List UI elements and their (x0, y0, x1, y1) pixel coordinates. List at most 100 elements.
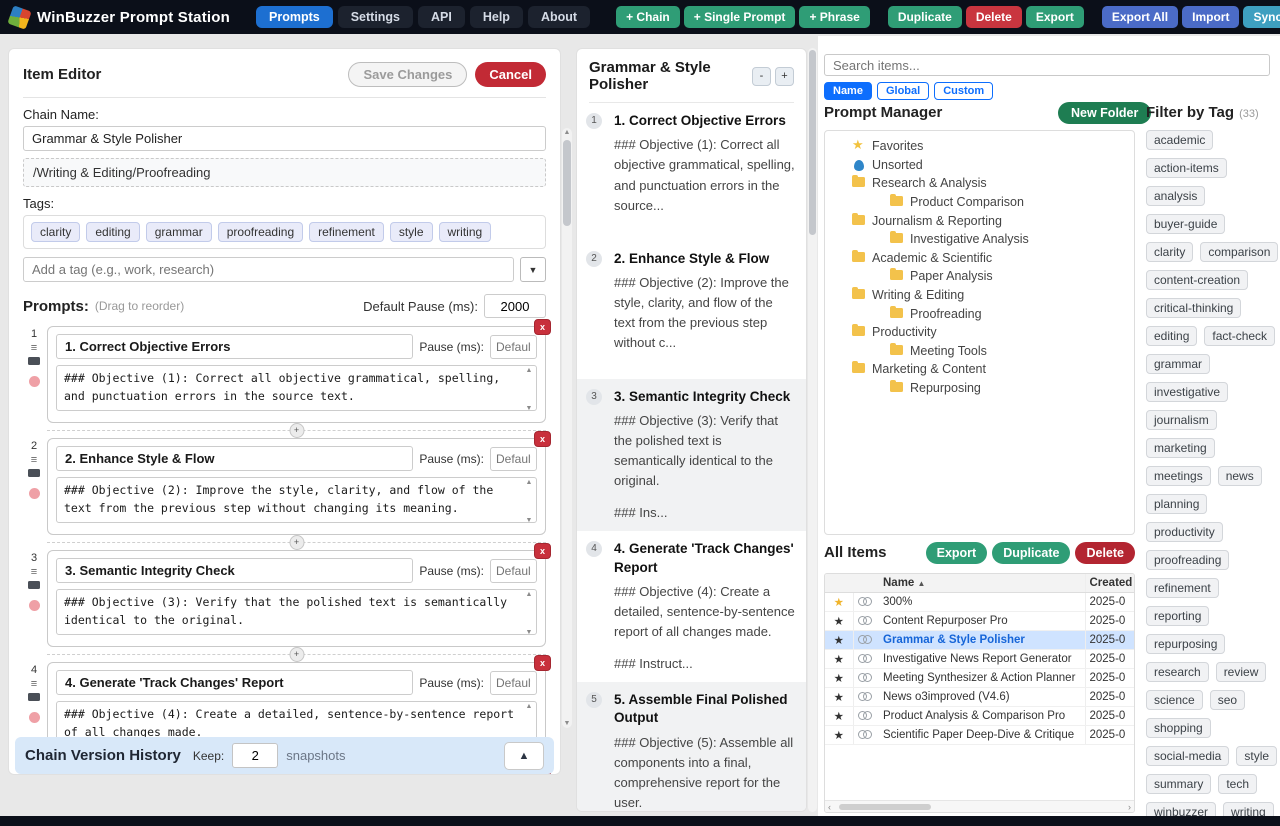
filter-tag-chip[interactable]: content-creation (1146, 270, 1248, 290)
status-dot-icon[interactable] (29, 376, 40, 387)
favorite-star-icon[interactable]: ★ (825, 611, 853, 630)
filter-tag-chip[interactable]: academic (1146, 130, 1213, 150)
filter-tag-chip[interactable]: fact-check (1204, 326, 1275, 346)
folder-tree-item[interactable]: Product Comparison (829, 193, 1130, 212)
delete-prompt-button[interactable]: x (534, 543, 551, 559)
item-name[interactable]: Meeting Synthesizer & Action Planner (879, 668, 1085, 687)
status-dot-icon[interactable] (29, 600, 40, 611)
prompt-title-input[interactable] (56, 334, 413, 359)
favorite-star-icon[interactable]: ★ (825, 725, 853, 744)
item-action-button[interactable]: Export (1026, 6, 1084, 28)
link-column-header[interactable] (853, 574, 879, 592)
textarea-scrollbar[interactable]: ▲▼ (524, 479, 534, 524)
tag-dropdown-button[interactable]: ▼ (520, 257, 546, 282)
filter-tag-chip[interactable]: planning (1146, 494, 1207, 514)
save-changes-button[interactable]: Save Changes (348, 62, 467, 87)
add-tag-input[interactable] (23, 257, 514, 282)
io-button[interactable]: Sync Bookmarks (1243, 6, 1280, 28)
folder-tree-item[interactable]: Repurposing (829, 379, 1130, 398)
insert-prompt-button[interactable]: + (289, 423, 304, 438)
favorite-star-icon[interactable]: ★ (825, 706, 853, 725)
prompt-title-input[interactable] (56, 446, 413, 471)
tag-chip[interactable]: writing (439, 222, 492, 242)
filter-tag-chip[interactable]: shopping (1146, 718, 1211, 738)
insert-prompt-button[interactable]: + (289, 535, 304, 550)
scrollbar-thumb[interactable] (563, 140, 571, 226)
tab[interactable]: API (418, 6, 465, 28)
tab[interactable]: About (528, 6, 590, 28)
scroll-right-icon[interactable]: › (1128, 801, 1131, 813)
cancel-button[interactable]: Cancel (475, 62, 546, 87)
table-row[interactable]: ★ Product Analysis & Comparison Pro 2025… (825, 706, 1134, 725)
filter-tag-chip[interactable]: action-items (1146, 158, 1227, 178)
preview-step[interactable]: 1 1. Correct Objective Errors ### Object… (577, 103, 806, 241)
preview-scrollbar[interactable] (808, 48, 817, 812)
delete-prompt-button[interactable]: x (534, 431, 551, 447)
scrollbar-thumb[interactable] (839, 804, 931, 810)
drag-handle-icon[interactable]: ≡ (31, 343, 37, 354)
tag-chip[interactable]: refinement (309, 222, 384, 242)
editor-scrollbar[interactable]: ▲ ▼ (562, 128, 572, 728)
comment-icon[interactable] (28, 693, 40, 701)
scroll-left-icon[interactable]: ‹ (828, 801, 831, 813)
table-row[interactable]: ★ Meeting Synthesizer & Action Planner 2… (825, 668, 1134, 687)
search-filter-button[interactable]: Custom (934, 82, 993, 100)
io-button[interactable]: Import (1182, 6, 1239, 28)
font-larger-button[interactable]: + (775, 67, 794, 86)
expand-history-button[interactable]: ▲ (504, 742, 544, 770)
folder-tree-item[interactable]: Investigative Analysis (829, 230, 1130, 249)
favorite-star-icon[interactable]: ★ (825, 630, 853, 649)
filter-tag-chip[interactable]: refinement (1146, 578, 1219, 598)
prompt-body-textarea[interactable]: ### Objective (1): Correct all objective… (56, 365, 537, 411)
preview-step[interactable]: 4 4. Generate 'Track Changes' Report ###… (577, 531, 806, 682)
filter-tag-chip[interactable]: science (1146, 690, 1203, 710)
filter-tag-chip[interactable]: style (1236, 746, 1277, 766)
prompt-body-textarea[interactable]: ### Objective (2): Improve the style, cl… (56, 477, 537, 523)
filter-tag-chip[interactable]: summary (1146, 774, 1211, 794)
table-row[interactable]: ★ Investigative News Report Generator 20… (825, 649, 1134, 668)
filter-tag-chip[interactable]: buyer-guide (1146, 214, 1225, 234)
table-horizontal-scrollbar[interactable]: ‹ › (825, 800, 1134, 812)
textarea-scrollbar[interactable]: ▲▼ (524, 367, 534, 412)
status-dot-icon[interactable] (29, 488, 40, 499)
favorite-star-icon[interactable]: ★ (825, 668, 853, 687)
folder-tree-item[interactable]: Paper Analysis (829, 267, 1130, 286)
keep-snapshots-input[interactable] (232, 743, 278, 768)
folder-tree-item[interactable]: Marketing & Content (829, 360, 1130, 379)
prompt-body-textarea[interactable]: ### Objective (3): Verify that the polis… (56, 589, 537, 635)
search-input[interactable] (824, 54, 1270, 76)
filter-tag-chip[interactable]: analysis (1146, 186, 1205, 206)
name-column-header[interactable]: Name ▲ (879, 574, 1085, 592)
prompt-title-input[interactable] (56, 670, 413, 695)
status-dot-icon[interactable] (29, 712, 40, 723)
all-items-action-button[interactable]: Export (926, 542, 988, 564)
search-filter-button[interactable]: Name (824, 82, 872, 100)
item-name[interactable]: 300% (879, 592, 1085, 611)
item-name[interactable]: News o3improved (V4.6) (879, 687, 1085, 706)
filter-tag-chip[interactable]: investigative (1146, 382, 1228, 402)
tab[interactable]: Settings (338, 6, 413, 28)
filter-tag-chip[interactable]: tech (1218, 774, 1257, 794)
table-row[interactable]: ★ Grammar & Style Polisher 2025-0 (825, 630, 1134, 649)
filter-tag-chip[interactable]: comparison (1200, 242, 1278, 262)
pause-input[interactable] (490, 335, 537, 359)
folder-tree-item[interactable]: Proofreading (829, 304, 1130, 323)
filter-tag-chip[interactable]: review (1216, 662, 1267, 682)
item-action-button[interactable]: Duplicate (888, 6, 962, 28)
filter-tag-chip[interactable]: repurposing (1146, 634, 1225, 654)
folder-tree-item[interactable]: Academic & Scientific (829, 249, 1130, 268)
tag-chip[interactable]: editing (86, 222, 139, 242)
filter-tag-chip[interactable]: reporting (1146, 606, 1209, 626)
filter-tag-chip[interactable]: journalism (1146, 410, 1217, 430)
item-name[interactable]: Grammar & Style Polisher (879, 630, 1085, 649)
pause-input[interactable] (490, 559, 537, 583)
preview-step[interactable]: 3 3. Semantic Integrity Check ### Object… (577, 379, 806, 532)
filter-tag-chip[interactable]: proofreading (1146, 550, 1229, 570)
filter-tag-chip[interactable]: research (1146, 662, 1209, 682)
folder-tree-item[interactable]: Research & Analysis (829, 174, 1130, 193)
folder-tree-item[interactable]: Meeting Tools (829, 342, 1130, 361)
favorite-star-icon[interactable]: ★ (825, 687, 853, 706)
filter-tag-chip[interactable]: critical-thinking (1146, 298, 1241, 318)
item-name[interactable]: Content Repurposer Pro (879, 611, 1085, 630)
tag-chip[interactable]: grammar (146, 222, 212, 242)
